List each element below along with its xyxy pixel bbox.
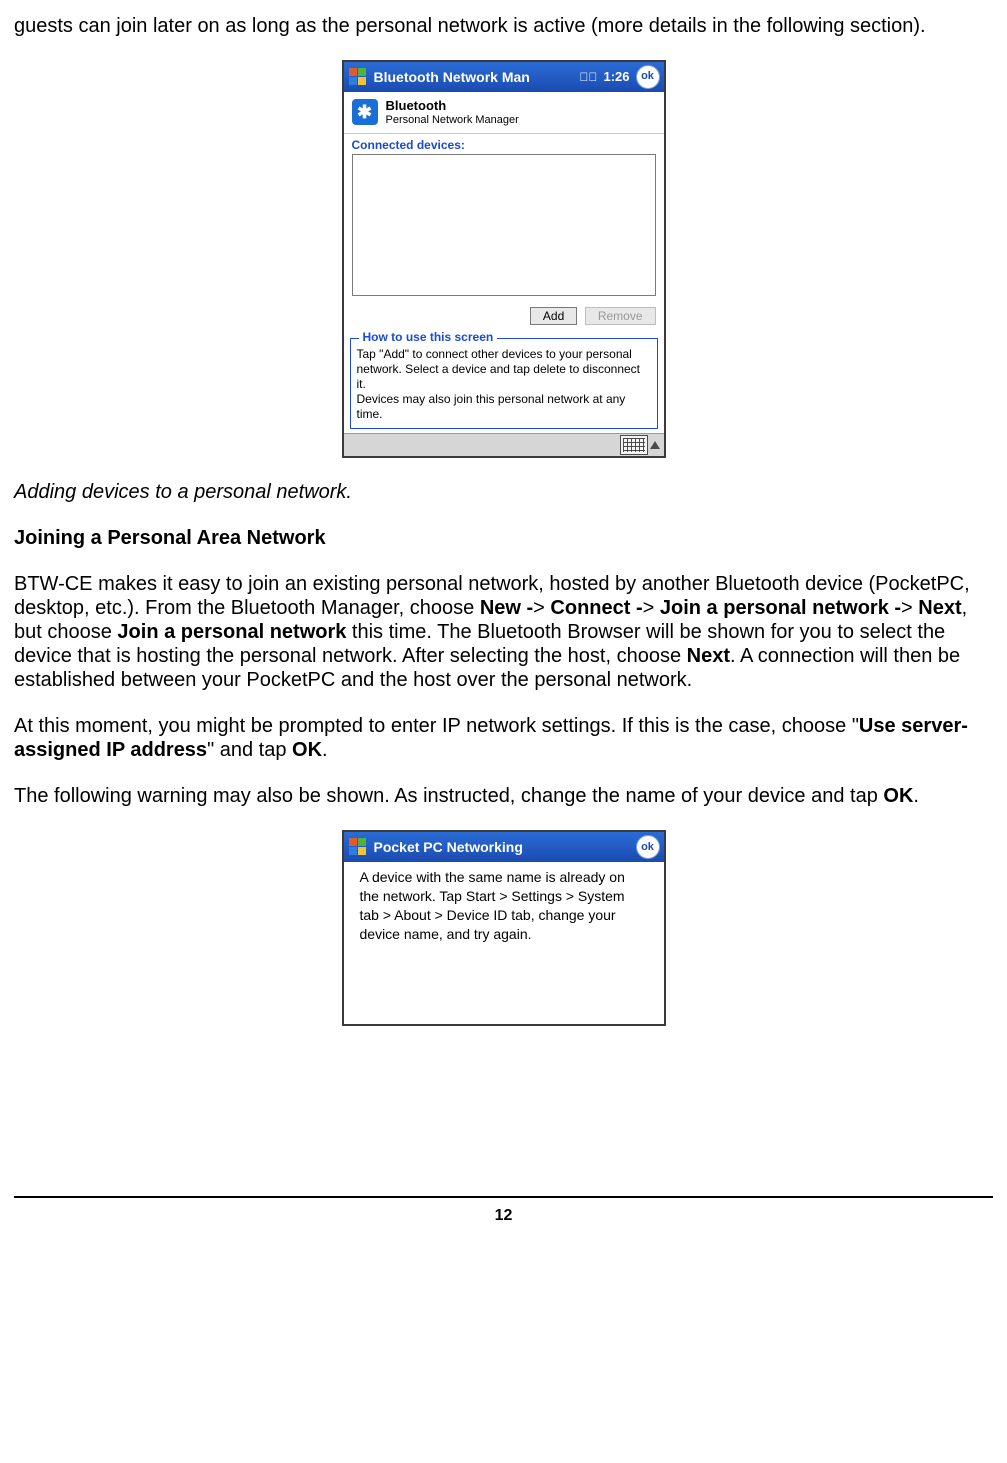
add-button[interactable]: Add	[530, 307, 577, 325]
connected-devices-list[interactable]	[352, 154, 656, 296]
pocketpc-screenshot-1: Bluetooth Network Man ◀ၗ 1:26 ok ✱ Bluet…	[342, 60, 666, 458]
paragraph-warning: The following warning may also be shown.…	[14, 784, 993, 808]
dialog-body-text: A device with the same name is already o…	[344, 862, 664, 1024]
clock: 1:26	[603, 69, 629, 85]
page-number: 12	[495, 1207, 513, 1224]
speaker-icon[interactable]: ◀ၗ	[579, 70, 597, 84]
paragraph-join: BTW-CE makes it easy to join an existing…	[14, 572, 993, 692]
windows-logo-icon[interactable]	[348, 67, 368, 87]
keyboard-icon[interactable]	[620, 435, 648, 455]
screenshot-2-container: Pocket PC Networking ok A device with th…	[14, 830, 993, 1026]
bottom-bar	[344, 433, 664, 456]
screenshot-1-container: Bluetooth Network Man ◀ၗ 1:26 ok ✱ Bluet…	[14, 60, 993, 458]
dialog-titlebar: Pocket PC Networking ok	[344, 832, 664, 862]
section-heading-joining: Joining a Personal Area Network	[14, 526, 993, 550]
ok-button[interactable]: ok	[636, 65, 660, 89]
remove-button: Remove	[585, 307, 656, 325]
app-title: Bluetooth	[386, 98, 519, 114]
how-to-use-box: How to use this screen Tap "Add" to conn…	[350, 338, 658, 429]
ok-button[interactable]: ok	[636, 835, 660, 859]
menu-up-icon[interactable]	[650, 441, 660, 449]
window-title: Bluetooth Network Man	[374, 69, 574, 86]
dialog-title: Pocket PC Networking	[374, 839, 630, 856]
how-to-text-1: Tap "Add" to connect other devices to yo…	[357, 347, 651, 392]
windows-logo-icon[interactable]	[348, 837, 368, 857]
pocketpc-screenshot-2: Pocket PC Networking ok A device with th…	[342, 830, 666, 1026]
how-to-legend: How to use this screen	[359, 330, 498, 345]
page-footer: 12	[14, 1196, 993, 1245]
paragraph-ip-settings: At this moment, you might be prompted to…	[14, 714, 993, 762]
intro-paragraph: guests can join later on as long as the …	[14, 14, 993, 38]
connected-devices-label: Connected devices:	[344, 134, 664, 152]
app-subtitle: Personal Network Manager	[386, 114, 519, 127]
screenshot-1-caption: Adding devices to a personal network.	[14, 480, 993, 504]
bluetooth-icon: ✱	[352, 99, 378, 125]
how-to-text-2: Devices may also join this personal netw…	[357, 392, 651, 422]
app-header: ✱ Bluetooth Personal Network Manager	[344, 92, 664, 134]
titlebar: Bluetooth Network Man ◀ၗ 1:26 ok	[344, 62, 664, 92]
